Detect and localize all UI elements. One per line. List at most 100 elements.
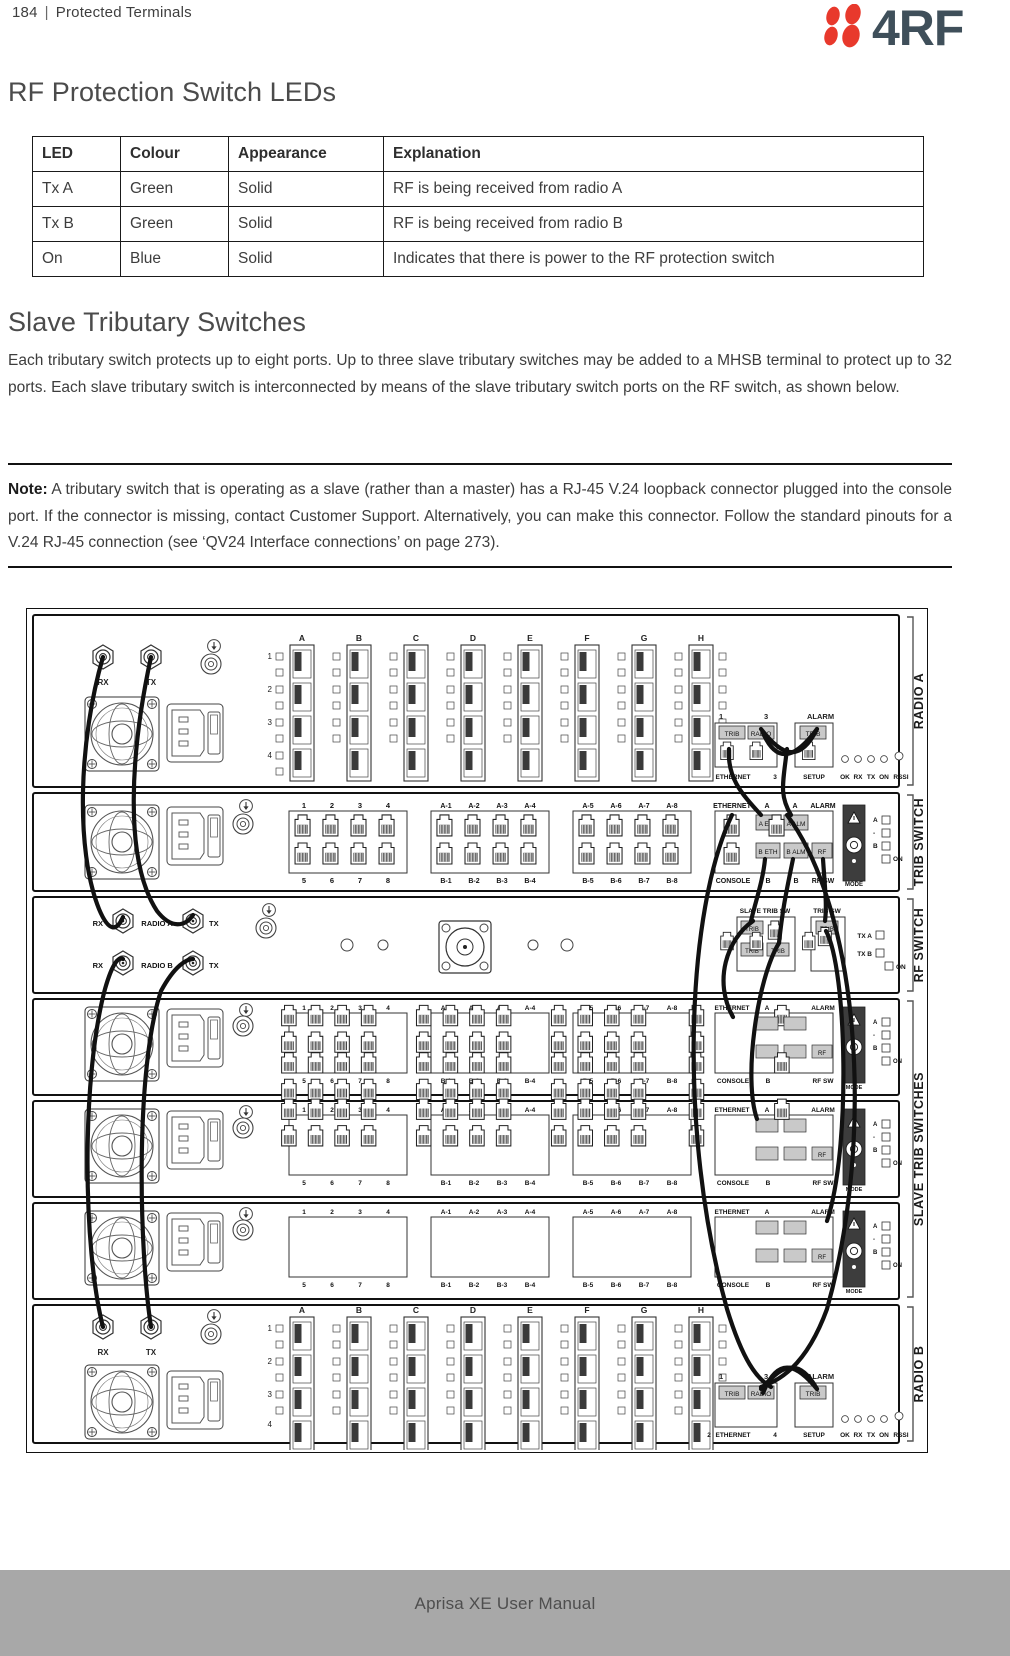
cell-explanation: RF is being received from radio B (383, 206, 924, 242)
st2-eth: ETHERNET (714, 1107, 749, 1114)
row-number-1: 1 (268, 652, 273, 661)
radio-b-eth-num-2: 2 (707, 1432, 711, 1439)
note-label: Note: (8, 481, 48, 498)
page-header: 184 | Protected Terminals 4RF (0, 0, 1010, 62)
table-row: Tx B Green Solid RF is being received fr… (32, 206, 924, 242)
rf-on-led-label: ON (896, 964, 906, 971)
st3-a8: A-8 (667, 1209, 678, 1216)
bank-label-e: E (527, 633, 533, 643)
radio-b-eth-num-1: 1 (719, 1372, 723, 1381)
st2-b6: B-6 (611, 1180, 622, 1187)
trib-ports-a5-a8-b5-b8: A-5 A-6 A-7 A-8 B-5 B-6 B-7 B-8 (572, 803, 692, 885)
st3-led-b: B (873, 1250, 878, 1256)
trib-port-a5: A-5 (582, 803, 593, 810)
st2-console: CONSOLE (717, 1180, 750, 1187)
st3-a6: A-6 (611, 1209, 622, 1216)
st3-a4: A-4 (525, 1209, 536, 1216)
st3-p8: 8 (386, 1282, 390, 1289)
led-table-head: LED Colour Appearance Explanation (32, 136, 924, 172)
note-body: Note: A tributary switch that is operati… (8, 465, 952, 566)
trib-port-a6: A-6 (610, 803, 621, 810)
st2-led-a: A (873, 1122, 878, 1128)
st2-b1: B-1 (441, 1180, 452, 1187)
st3-eth: ETHERNET (714, 1209, 749, 1216)
radio-b-led-rx: RX (853, 1432, 863, 1439)
trib-port-num-5: 5 (302, 876, 306, 885)
cell-colour: Green (120, 171, 229, 207)
trib-port-num-7: 7 (358, 876, 362, 885)
st2-led-dash: - (873, 1135, 875, 1141)
col-explanation: Explanation (383, 136, 924, 172)
trib-port-b6: B-6 (610, 878, 621, 885)
radio-a-trib-badge: TRIB (725, 731, 740, 738)
st2-p7: 7 (358, 1180, 362, 1187)
st1-a: A (765, 1005, 770, 1012)
st2-b5: B-5 (583, 1180, 594, 1187)
st3-led-a: A (873, 1224, 878, 1230)
page-footer: Aprisa XE User Manual (0, 1570, 1010, 1656)
rf-switch-tx-a-label: TX (209, 919, 219, 928)
trib-port-num-8: 8 (386, 876, 390, 885)
radio-a-led-ok: OK (840, 774, 850, 781)
st3-p1: 1 (302, 1209, 306, 1216)
st2-p6: 6 (330, 1180, 334, 1187)
header-breadcrumb: 184 | Protected Terminals (12, 4, 192, 21)
trib-led-on: ON (893, 856, 903, 863)
st3-b1: B-1 (441, 1282, 452, 1289)
st1-b4: B-4 (525, 1078, 536, 1085)
led-table-body: Tx A Green Solid RF is being received fr… (32, 171, 924, 277)
st1-a4: A-4 (525, 1005, 536, 1012)
st2-b8: B-8 (667, 1180, 678, 1187)
st1-p4: 4 (386, 1005, 390, 1012)
trib-a-label-top: A (764, 803, 769, 810)
b-row-number-1: 1 (268, 1324, 273, 1333)
header-separator: | (44, 4, 49, 21)
bank-label-c: C (413, 633, 419, 643)
st3-p7: 7 (358, 1282, 362, 1289)
trib-b-label-1: B (765, 878, 770, 885)
bank-label-g: G (641, 633, 648, 643)
trib-rf-badge: RF (818, 849, 827, 856)
st1-led-b: B (873, 1046, 878, 1052)
heading-slave-tributary-switches: Slave Tributary Switches (8, 307, 307, 337)
st1-console: CONSOLE (717, 1078, 750, 1085)
b-bank-label-a: A (299, 1305, 305, 1315)
b-bank-label-c: C (413, 1305, 419, 1315)
cell-explanation: RF is being received from radio A (383, 171, 924, 207)
st3-b4: B-4 (525, 1282, 536, 1289)
st2-p2: 2 (330, 1107, 334, 1114)
st2-p4: 4 (386, 1107, 390, 1114)
cell-appearance: Solid (228, 206, 384, 242)
st2-b3: B-3 (497, 1180, 508, 1187)
radio-a-eth-num-3: 3 (764, 712, 768, 721)
st3-p4: 4 (386, 1209, 390, 1216)
st3-p3: 3 (358, 1209, 362, 1216)
trib-alarm-label: ALARM (810, 803, 835, 810)
power-inlet (166, 806, 224, 866)
cell-colour: Blue (120, 241, 229, 277)
b-bank-label-g: G (641, 1305, 648, 1315)
cell-explanation: Indicates that there is power to the RF … (383, 241, 924, 277)
b-bank-label-h: H (698, 1305, 704, 1315)
b-bank-label-b: B (356, 1305, 362, 1315)
radio-b-led-on: ON (879, 1432, 889, 1439)
trib-port-b4: B-4 (524, 878, 535, 885)
radio-a-led-rssi: RSSI (893, 774, 908, 781)
col-led: LED (32, 136, 121, 172)
trib-port-b1: B-1 (440, 878, 451, 885)
trib-port-num-6: 6 (330, 876, 334, 885)
rack-diagram-svg: RX TX A B C D E F G H 1 2 3 4 1 3 ALARM … (32, 614, 925, 1450)
trib-port-num-1: 1 (302, 801, 306, 810)
st1-led-dash: - (873, 1033, 875, 1039)
bank-label-h: H (698, 633, 704, 643)
trib-port-b7: B-7 (638, 878, 649, 885)
st2-alarm: ALARM (811, 1107, 834, 1114)
table-row: On Blue Solid Indicates that there is po… (32, 241, 924, 277)
logo-wordmark: 4RF (872, 4, 963, 50)
unit-rf-switch: RX RADIO A TX RX RADIO B TX SLAVE TRIB S… (32, 896, 906, 994)
logo-dots (824, 4, 861, 48)
document-page: 184 | Protected Terminals 4RF RF Protectio… (0, 0, 1010, 1656)
rf-switch-antenna-port (438, 920, 492, 974)
st2-p1: 1 (302, 1107, 306, 1114)
trib-ports-a1-a4-b1-b4: A-1 A-2 A-3 A-4 B-1 B-2 B-3 B-4 (430, 803, 550, 885)
